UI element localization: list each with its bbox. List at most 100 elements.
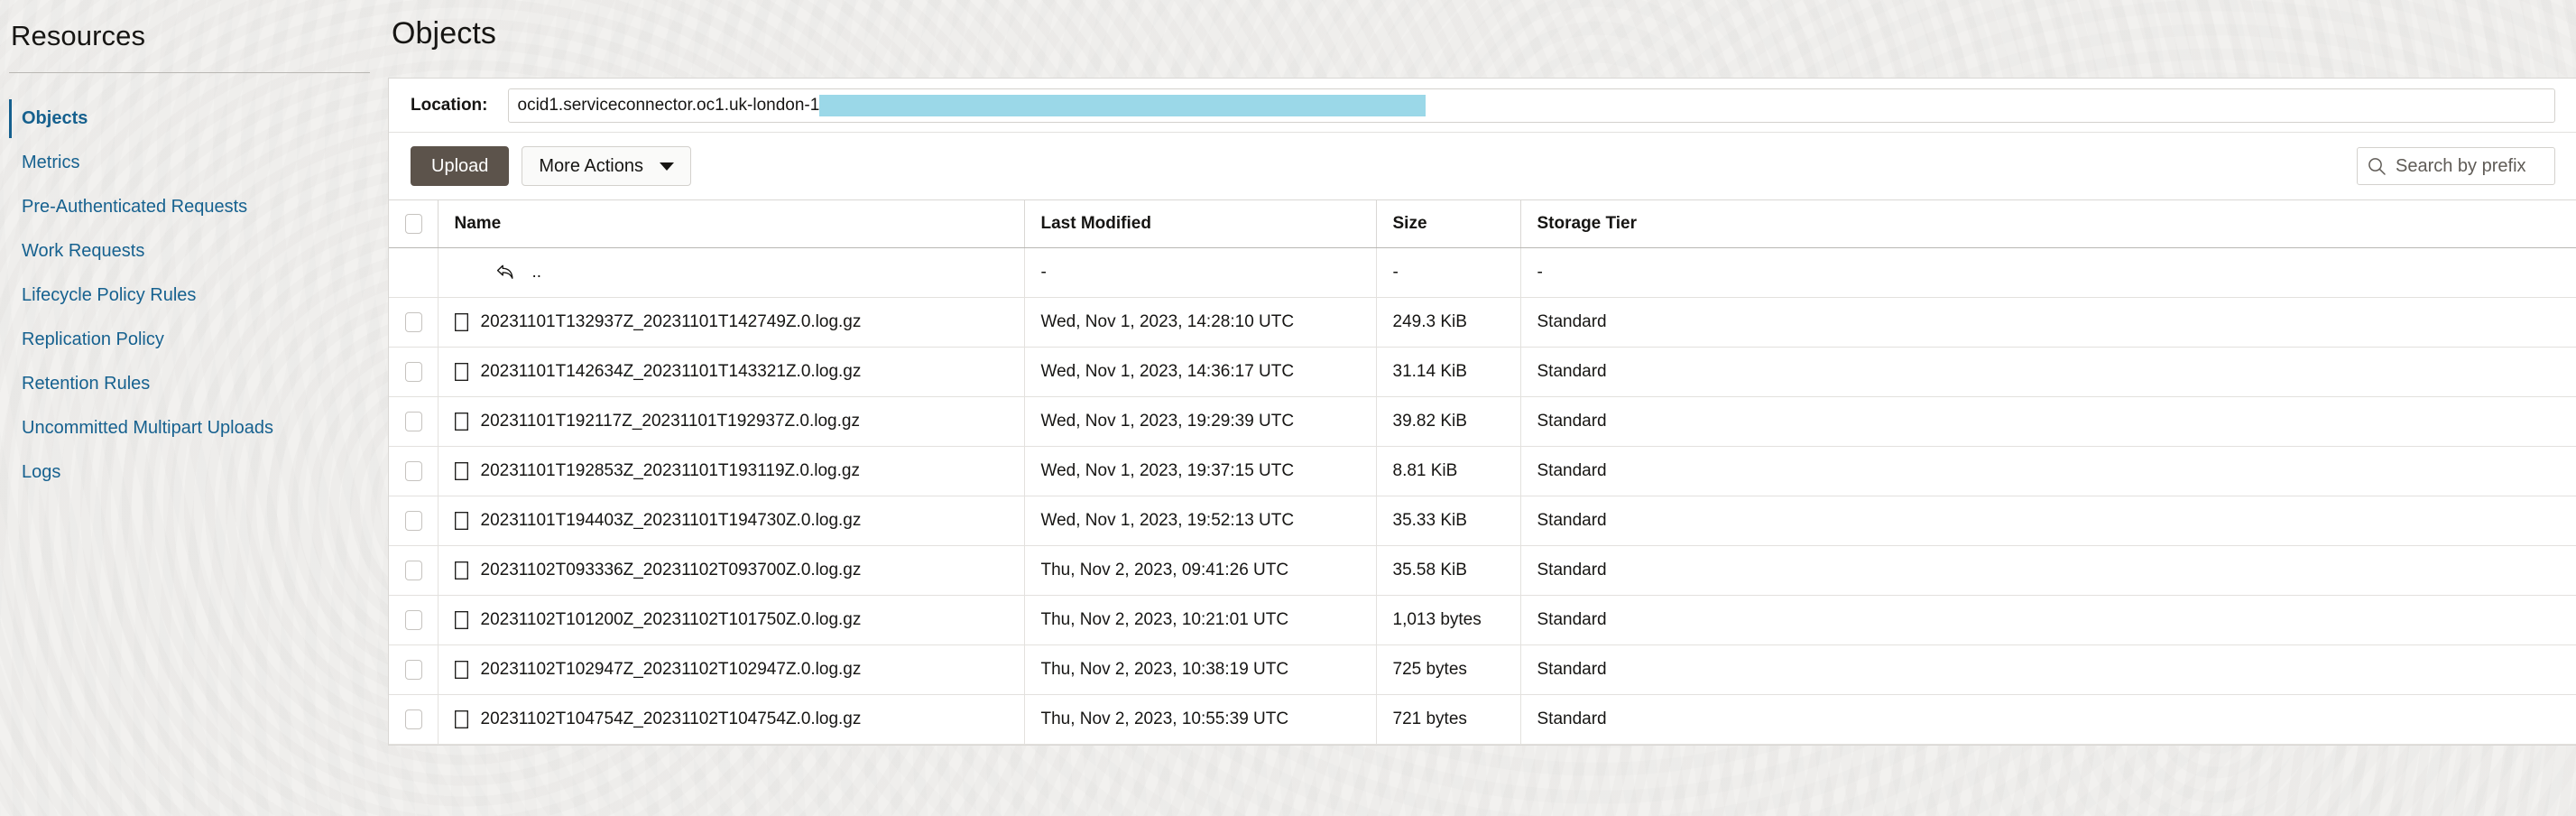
row-checkbox[interactable] [405,610,422,630]
location-label: Location: [411,95,488,115]
row-name: 20231102T093336Z_20231102T093700Z.0.log.… [480,561,862,580]
sidebar-item-objects[interactable]: Objects [0,97,388,141]
sidebar-title: Resources [11,20,146,51]
row-name-cell[interactable]: 20231101T142634Z_20231101T143321Z.0.log.… [437,347,1024,397]
file-icon [454,661,468,679]
file-icon [454,561,468,580]
objects-toolbar: Upload More Actions Search by prefix [389,133,2576,199]
objects-table-body: .. - - - 20231101T132937Z_20231101T14274… [389,247,2576,745]
row-size: 35.58 KiB [1375,545,1520,596]
row-checkbox-cell [389,644,438,695]
sidebar-item-logs[interactable]: Logs [0,450,388,495]
row-checkbox[interactable] [405,561,422,580]
row-checkbox[interactable] [405,709,422,729]
more-actions-button[interactable]: More Actions [522,146,691,186]
sidebar-item-work-requests[interactable]: Work Requests [0,229,388,274]
table-row[interactable]: 20231101T192117Z_20231101T192937Z.0.log.… [389,396,2576,447]
row-size: 35.33 KiB [1375,496,1520,546]
row-name-cell[interactable]: 20231101T192853Z_20231101T193119Z.0.log.… [437,446,1024,496]
row-checkbox[interactable] [405,412,422,431]
row-last-modified: Thu, Nov 2, 2023, 10:21:01 UTC [1023,595,1376,645]
row-checkbox[interactable] [405,362,422,382]
sidebar-item-replication-policy[interactable]: Replication Policy [0,318,388,362]
row-size: 8.81 KiB [1375,446,1520,496]
row-checkbox[interactable] [405,660,422,680]
parent-directory-row[interactable]: .. - - - [389,247,2576,298]
row-name-cell[interactable]: 20231101T192117Z_20231101T192937Z.0.log.… [437,396,1024,447]
row-name-cell[interactable]: 20231101T132937Z_20231101T142749Z.0.log.… [437,297,1024,348]
table-row[interactable]: 20231102T102947Z_20231102T102947Z.0.log.… [389,644,2576,695]
search-by-prefix-input[interactable]: Search by prefix [2357,147,2555,185]
sidebar-item-label: Lifecycle Policy Rules [22,285,197,305]
row-storage-tier: Standard [1519,644,2576,695]
column-header-last-modified[interactable]: Last Modified [1023,199,1376,248]
sidebar-item-label: Objects [22,108,88,128]
objects-table: Name Last Modified Size Storage Tier .. … [389,199,2576,745]
table-row[interactable]: 20231101T142634Z_20231101T143321Z.0.log.… [389,347,2576,397]
sidebar-item-metrics[interactable]: Metrics [0,141,388,185]
table-row[interactable]: 20231102T104754Z_20231102T104754Z.0.log.… [389,694,2576,745]
column-header-size[interactable]: Size [1375,199,1520,248]
row-storage-tier: Standard [1519,297,2576,348]
more-actions-label: More Actions [539,156,643,176]
row-last-modified: Wed, Nov 1, 2023, 14:28:10 UTC [1023,297,1376,348]
page-title: Objects [392,16,496,51]
parent-row-name-cell[interactable]: .. [437,247,1024,298]
row-storage-tier: Standard [1519,446,2576,496]
row-last-modified: Thu, Nov 2, 2023, 09:41:26 UTC [1023,545,1376,596]
row-storage-tier: Standard [1519,694,2576,745]
location-input[interactable]: ocid1.serviceconnector.oc1.uk-london-1 [507,88,2555,123]
sidebar-item-retention-rules[interactable]: Retention Rules [0,362,388,406]
row-name-cell[interactable]: 20231101T194403Z_20231101T194730Z.0.log.… [437,496,1024,546]
column-header-name[interactable]: Name [437,199,1024,248]
row-name: 20231101T194403Z_20231101T194730Z.0.log.… [480,511,862,530]
parent-row-checkbox-cell [389,247,438,298]
location-redaction-highlight [819,94,1426,116]
row-name-cell[interactable]: 20231102T093336Z_20231102T093700Z.0.log.… [437,545,1024,596]
row-name-cell[interactable]: 20231102T101200Z_20231102T101750Z.0.log.… [437,595,1024,645]
row-name: 20231101T192853Z_20231101T193119Z.0.log.… [480,461,860,480]
sidebar-item-label: Retention Rules [22,374,151,394]
row-checkbox[interactable] [405,511,422,531]
select-all-checkbox[interactable] [405,214,422,234]
file-icon [454,363,468,381]
row-checkbox-cell [389,297,438,348]
sidebar-item-uncommitted-multipart-uploads[interactable]: Uncommitted Multipart Uploads [0,406,388,450]
row-storage-tier: Standard [1519,396,2576,447]
table-header-row: Name Last Modified Size Storage Tier [389,199,2576,248]
column-header-storage-tier[interactable]: Storage Tier [1519,199,2576,248]
table-row[interactable]: 20231101T132937Z_20231101T142749Z.0.log.… [389,297,2576,348]
row-name-cell[interactable]: 20231102T104754Z_20231102T104754Z.0.log.… [437,694,1024,745]
row-checkbox[interactable] [405,312,422,332]
row-checkbox-cell [389,446,438,496]
row-name: 20231101T192117Z_20231101T192937Z.0.log.… [480,412,860,431]
table-row[interactable]: 20231102T101200Z_20231102T101750Z.0.log.… [389,595,2576,645]
row-checkbox[interactable] [405,461,422,481]
row-name: 20231101T142634Z_20231101T143321Z.0.log.… [480,362,862,381]
table-row[interactable]: 20231101T194403Z_20231101T194730Z.0.log.… [389,496,2576,546]
resources-sidebar: Resources Objects Metrics Pre-Authentica… [0,0,388,816]
sidebar-item-pre-authenticated-requests[interactable]: Pre-Authenticated Requests [0,185,388,229]
table-row[interactable]: 20231101T192853Z_20231101T193119Z.0.log.… [389,446,2576,496]
file-icon [454,611,468,629]
row-last-modified: Wed, Nov 1, 2023, 19:37:15 UTC [1023,446,1376,496]
table-row[interactable]: 20231102T093336Z_20231102T093700Z.0.log.… [389,545,2576,596]
sidebar-item-lifecycle-policy-rules[interactable]: Lifecycle Policy Rules [0,274,388,318]
row-storage-tier: Standard [1519,545,2576,596]
go-up-arrow-icon [496,264,512,279]
chevron-down-icon [660,162,674,171]
file-icon [454,512,468,530]
file-icon [454,313,468,331]
objects-panel: Location: ocid1.serviceconnector.oc1.uk-… [388,78,2576,746]
row-size: 31.14 KiB [1375,347,1520,397]
location-value: ocid1.serviceconnector.oc1.uk-london-1 [517,95,820,115]
row-name-cell[interactable]: 20231102T102947Z_20231102T102947Z.0.log.… [437,644,1024,695]
objects-table-head: Name Last Modified Size Storage Tier [389,199,2576,248]
row-last-modified: Thu, Nov 2, 2023, 10:38:19 UTC [1023,644,1376,695]
sidebar-item-label: Logs [22,462,61,482]
upload-button[interactable]: Upload [411,146,510,186]
row-size: 721 bytes [1375,694,1520,745]
row-last-modified: Wed, Nov 1, 2023, 19:52:13 UTC [1023,496,1376,546]
row-checkbox-cell [389,496,438,546]
row-last-modified: Thu, Nov 2, 2023, 10:55:39 UTC [1023,694,1376,745]
